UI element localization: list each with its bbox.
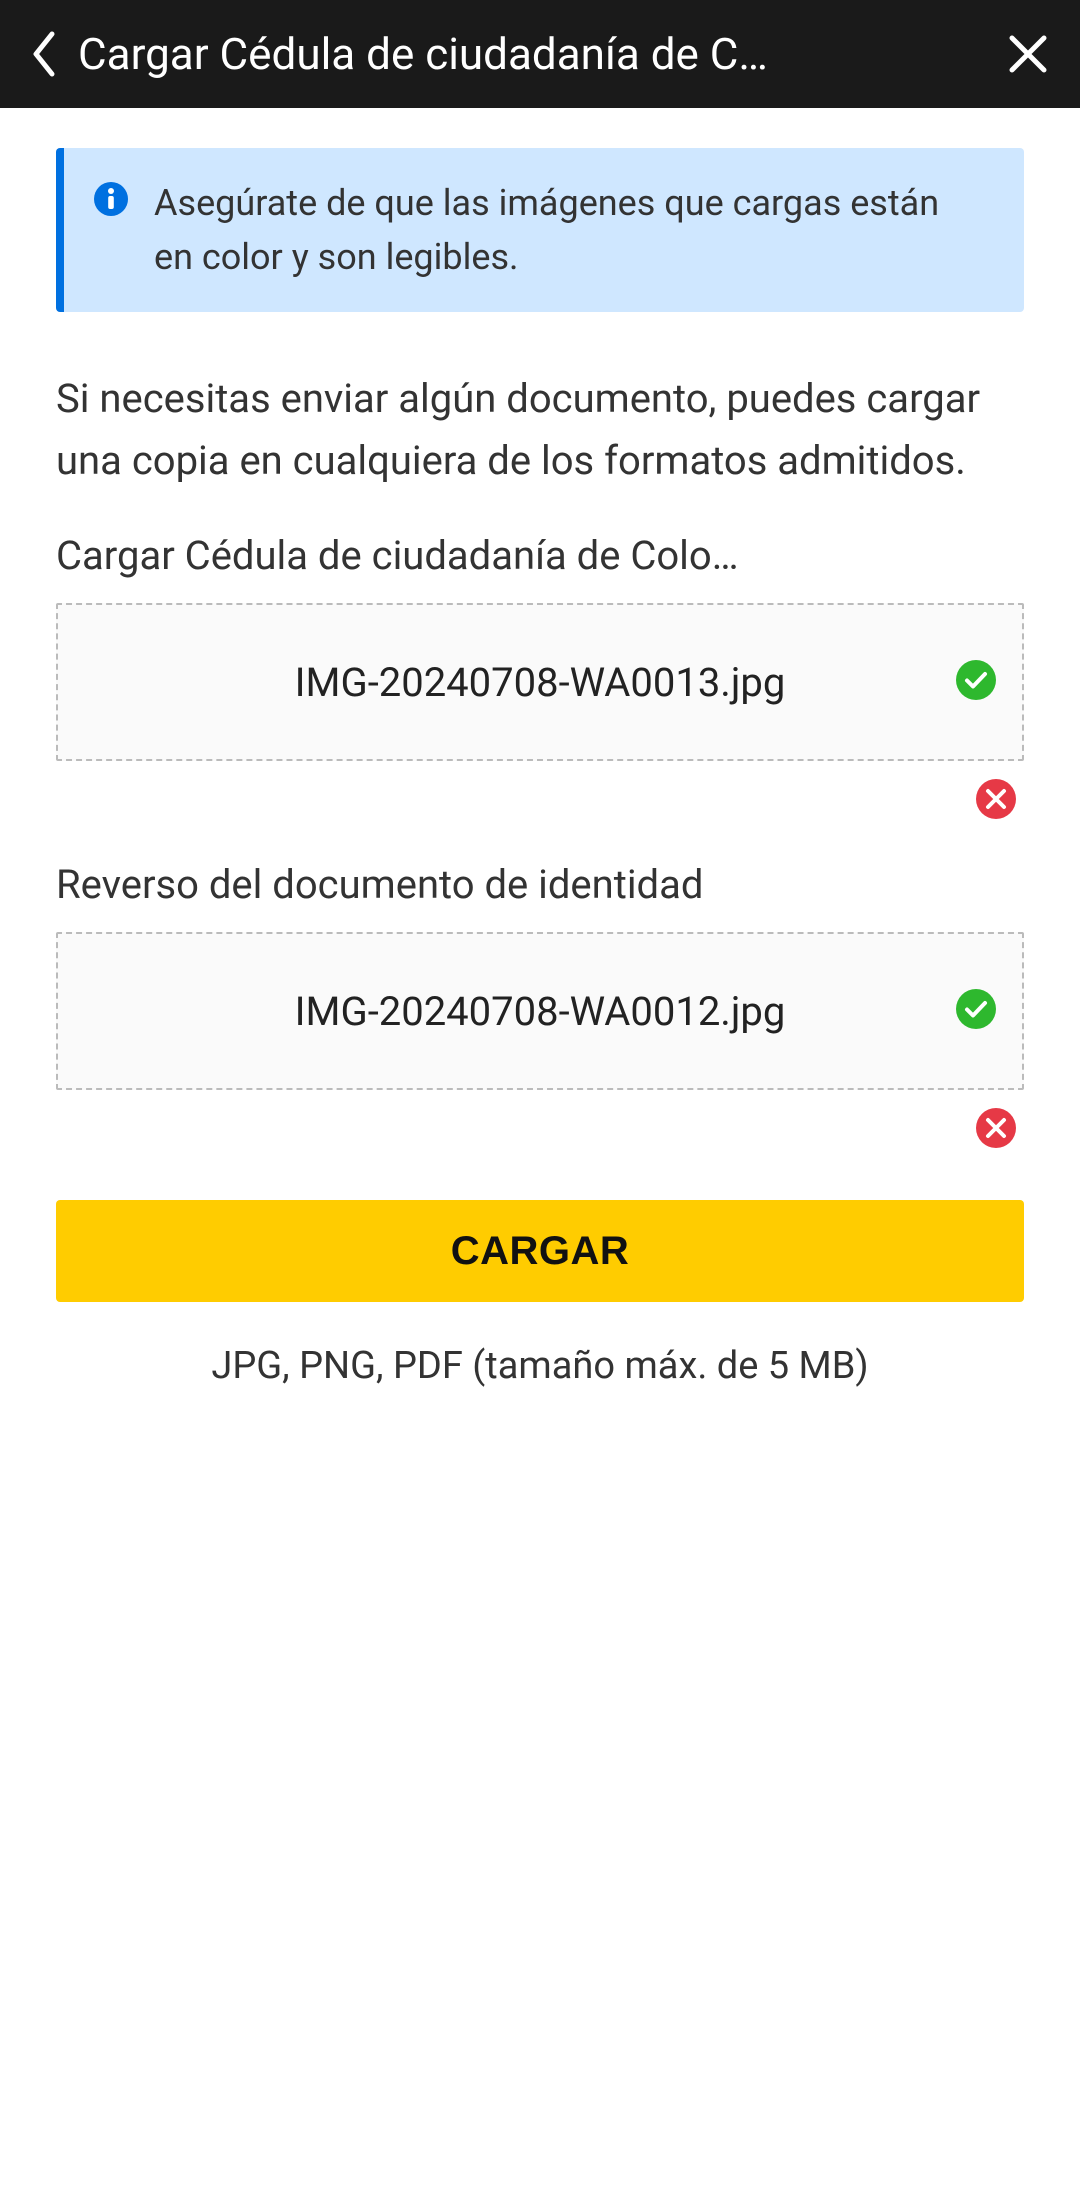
front-file-name: IMG-20240708-WA0013.jpg: [58, 659, 1022, 706]
close-icon: [1006, 32, 1050, 76]
back-remove-button[interactable]: [976, 1108, 1016, 1152]
front-file-box[interactable]: IMG-20240708-WA0013.jpg: [56, 603, 1024, 761]
back-section-label: Reverso del documento de identidad: [56, 861, 1024, 908]
info-icon: [94, 182, 128, 216]
content-area: Asegúrate de que las imágenes que cargas…: [0, 108, 1080, 1388]
front-success-icon: [956, 660, 996, 704]
close-button[interactable]: [1006, 32, 1050, 76]
back-remove-row: [56, 1090, 1024, 1170]
upload-button[interactable]: CARGAR: [56, 1200, 1024, 1302]
check-circle-icon: [956, 660, 996, 700]
page-title: Cargar Cédula de ciudadanía de C…: [78, 28, 984, 80]
back-button[interactable]: [30, 30, 56, 78]
instruction-text: Si necesitas enviar algún documento, pue…: [56, 368, 1024, 492]
remove-circle-icon: [976, 1108, 1016, 1148]
front-section-label: Cargar Cédula de ciudadanía de Colo…: [56, 532, 1024, 579]
header-bar: Cargar Cédula de ciudadanía de C…: [0, 0, 1080, 108]
format-note: JPG, PNG, PDF (tamaño máx. de 5 MB): [56, 1344, 1024, 1388]
chevron-left-icon: [30, 30, 56, 78]
info-banner: Asegúrate de que las imágenes que cargas…: [56, 148, 1024, 312]
front-remove-button[interactable]: [976, 779, 1016, 823]
back-success-icon: [956, 989, 996, 1033]
front-remove-row: [56, 761, 1024, 841]
back-file-box[interactable]: IMG-20240708-WA0012.jpg: [56, 932, 1024, 1090]
back-file-name: IMG-20240708-WA0012.jpg: [58, 988, 1022, 1035]
info-banner-text: Asegúrate de que las imágenes que cargas…: [154, 176, 984, 284]
check-circle-icon: [956, 989, 996, 1029]
remove-circle-icon: [976, 779, 1016, 819]
